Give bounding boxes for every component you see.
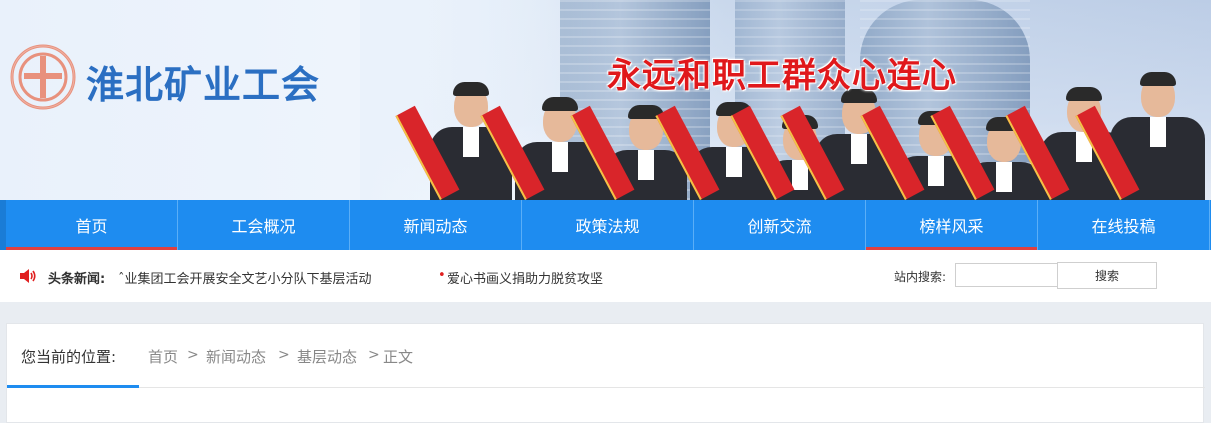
breadcrumb-underline [7,385,139,388]
headline-link[interactable]: 爱心书画义捐助力脱贫攻坚 [447,268,603,287]
main-nav: 首页 工会概况 新闻动态 政策法规 创新交流 榜样风采 在线投稿 [0,200,1211,250]
speaker-icon [20,269,36,283]
breadcrumb-separator: > [368,347,380,363]
breadcrumb-item-grassroots[interactable]: 基层动态 [297,346,357,367]
honoree-photo [1075,72,1205,200]
search-label: 站内搜索: [894,270,947,284]
content-panel: 您当前的位置: 首页 > 新闻动态 > 基层动态 > 正文 [6,323,1205,423]
site-name: 淮北矿业工会 [86,63,321,107]
search-button[interactable]: 搜索 [1057,262,1157,289]
nav-item-union-overview[interactable]: 工会概况 [178,200,350,250]
slogan: 永远和职工群众心连心 [607,56,957,96]
breadcrumb-item-home[interactable]: 首页 [148,346,178,367]
nav-item-news[interactable]: 新闻动态 [350,200,522,250]
bullet-icon: • [438,268,446,283]
breadcrumb: 您当前的位置: 首页 > 新闻动态 > 基层动态 > 正文 [7,324,1205,388]
headline-link[interactable]: ˆ业集团工会开展安全文艺小分队下基层活动 [118,268,372,287]
nav-item-innovation[interactable]: 创新交流 [694,200,866,250]
breadcrumb-separator: > [187,347,199,363]
breadcrumb-label: 您当前的位置: [21,348,117,366]
breadcrumb-item-article: 正文 [383,348,414,366]
nav-item-home[interactable]: 首页 [0,200,178,250]
union-logo-icon [10,44,76,110]
headline-label: 头条新闻: [48,272,106,287]
header-banner: 淮北矿业工会 永远和职工群众心连心 [0,0,1211,200]
nav-item-role-models[interactable]: 榜样风采 [866,200,1038,250]
breadcrumb-separator: > [278,347,290,363]
nav-item-policies[interactable]: 政策法规 [522,200,694,250]
nav-item-submit[interactable]: 在线投稿 [1038,200,1210,250]
breadcrumb-item-news[interactable]: 新闻动态 [206,346,266,367]
search-input[interactable] [955,263,1058,287]
